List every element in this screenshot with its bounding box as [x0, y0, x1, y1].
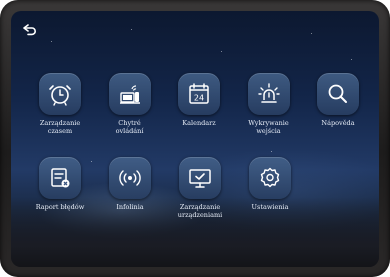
tile-settings[interactable]: Ustawienia — [239, 157, 301, 219]
tile-label: Chytré ovládání — [115, 119, 144, 135]
tile-device-management[interactable]: Zarządzanie urządzeniami — [169, 157, 231, 219]
calendar-icon: 24 — [178, 73, 220, 115]
device-check-icon — [179, 157, 221, 199]
app-row-1: Zarządzanie czasem Chytré ovládání 24 Ka… — [29, 73, 369, 135]
svg-text:24: 24 — [194, 94, 204, 103]
tile-label: Raport błędów — [35, 203, 85, 211]
back-arrow-icon — [23, 24, 36, 36]
tile-label: Nápověda — [321, 119, 355, 127]
tile-smart-control[interactable]: Chytré ovládání — [99, 73, 161, 135]
tile-error-report[interactable]: Raport błędów — [29, 157, 91, 219]
report-icon — [39, 157, 81, 199]
app-row-2: Raport błędów Infolinia Zarządzanie urzą… — [29, 157, 301, 219]
alarm-clock-icon — [39, 73, 81, 115]
alarm-light-icon — [247, 73, 290, 115]
tile-label: Zarządzanie urządzeniami — [177, 203, 223, 219]
tile-help[interactable]: Nápověda — [307, 73, 369, 135]
back-button[interactable] — [19, 21, 41, 39]
search-icon — [317, 73, 359, 115]
tile-label: Zarządzanie czasem — [39, 119, 81, 135]
settings-gear-icon — [249, 157, 291, 199]
tile-label: Infolinia — [116, 203, 144, 211]
tile-hotline[interactable]: Infolinia — [99, 157, 161, 219]
home-screen: Zarządzanie czasem Chytré ovládání 24 Ka… — [11, 11, 379, 267]
tile-entry-detection[interactable]: Wykrywanie wejścia — [238, 73, 300, 135]
tile-label: Wykrywanie wejścia — [248, 119, 289, 135]
tile-calendar[interactable]: 24 Kalendarz — [168, 73, 230, 135]
remote-control-icon — [108, 73, 151, 115]
app-grid: Zarządzanie czasem Chytré ovládání 24 Ka… — [29, 73, 379, 219]
tile-label: Kalendarz — [182, 119, 216, 127]
tile-label: Ustawienia — [251, 203, 289, 211]
signal-icon — [109, 157, 151, 199]
device-frame: Zarządzanie czasem Chytré ovládání 24 Ka… — [0, 0, 390, 277]
tile-time-management[interactable]: Zarządzanie czasem — [29, 73, 91, 135]
